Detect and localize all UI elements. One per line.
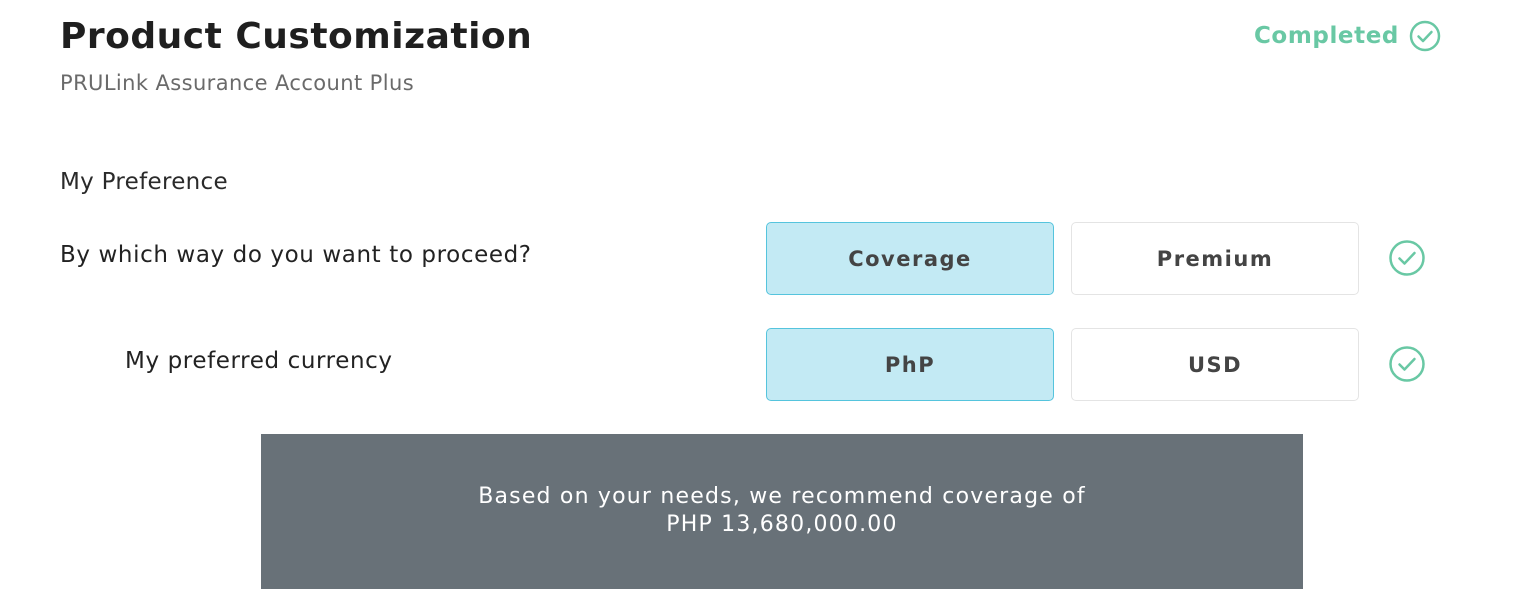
check-circle-icon — [1389, 346, 1425, 382]
recommended-coverage-amount: PHP 13,680,000.00 — [666, 512, 898, 537]
recommendation-text: Based on your needs, we recommend covera… — [478, 484, 1086, 509]
completion-status: Completed — [1254, 20, 1441, 52]
premium-option-button[interactable]: Premium — [1071, 222, 1359, 295]
product-name: PRULink Assurance Account Plus — [60, 71, 415, 95]
check-circle-icon — [1409, 20, 1441, 52]
recommendation-banner: Based on your needs, we recommend covera… — [261, 434, 1303, 589]
proceed-question-label: By which way do you want to proceed? — [60, 242, 532, 268]
php-currency-button[interactable]: PhP — [766, 328, 1054, 401]
page-title: Product Customization — [60, 16, 533, 57]
usd-currency-button[interactable]: USD — [1071, 328, 1359, 401]
coverage-option-button[interactable]: Coverage — [766, 222, 1054, 295]
currency-question-label: My preferred currency — [125, 348, 393, 374]
section-title-my-preference: My Preference — [60, 169, 228, 195]
status-label: Completed — [1253, 23, 1399, 49]
check-circle-icon — [1389, 240, 1425, 276]
